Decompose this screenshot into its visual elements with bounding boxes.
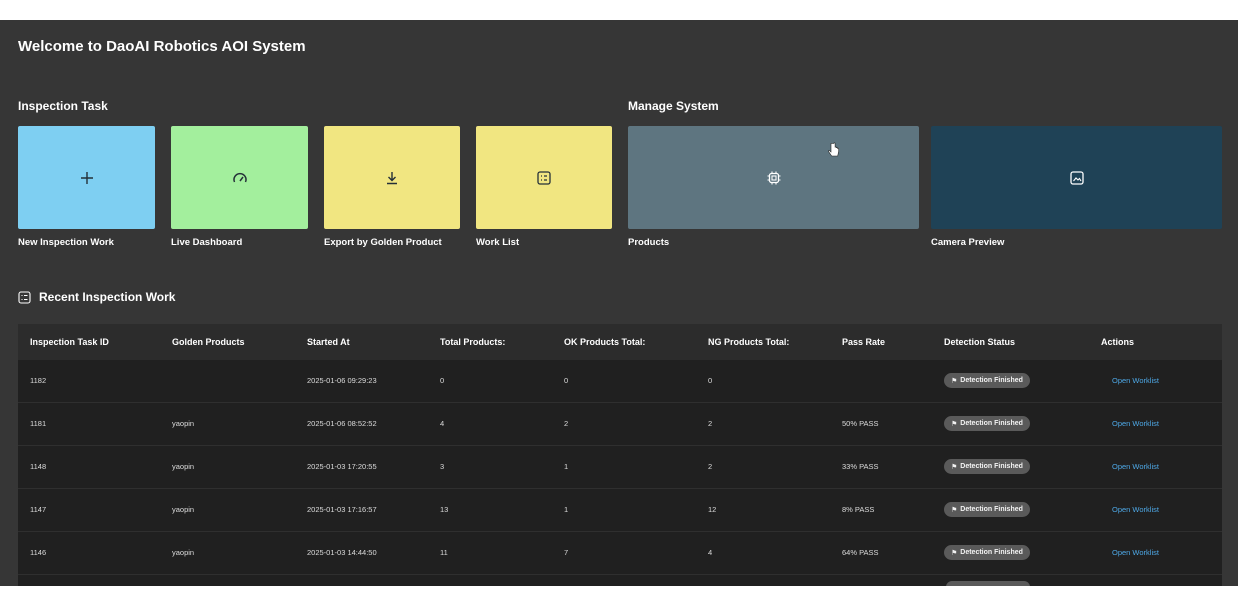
status-badge: ⚑ Detection Finished: [944, 373, 1030, 388]
open-worklist-link[interactable]: Open Worklist: [1112, 462, 1159, 471]
table-row: 1182 2025-01-06 09:29:23 0 0 0 ⚑ Detectio…: [18, 360, 1222, 403]
cell-pass-rate: 50% PASS: [842, 419, 879, 428]
status-badge-label: Detection Finished: [960, 549, 1023, 556]
flag-icon: ⚑: [951, 506, 958, 514]
status-badge: [946, 581, 1030, 586]
cell-total: 3: [440, 462, 445, 471]
col-pass-rate: Pass Rate: [842, 337, 886, 347]
cell-total: 4: [440, 419, 445, 428]
cell-started-at: 2025-01-03 14:44:50: [307, 548, 377, 557]
list-icon: [18, 290, 31, 304]
chip-icon: [767, 171, 780, 184]
cell-started-at: 2025-01-06 08:52:52: [307, 419, 377, 428]
status-badge: ⚑ Detection Finished: [944, 502, 1030, 517]
mouse-cursor-icon: [828, 142, 839, 157]
cell-golden-product: yaopin: [172, 419, 195, 428]
table-row-partial: [18, 575, 1222, 586]
cell-task-id: 1147: [30, 505, 47, 514]
cell-pass-rate: 33% PASS: [842, 462, 879, 471]
flag-icon: ⚑: [951, 420, 958, 428]
table-row: 1146 yaopin 2025-01-03 14:44:50 11 7 4 6…: [18, 532, 1222, 575]
cell-task-id: 1181: [30, 419, 47, 428]
col-ng-products-total: NG Products Total:: [708, 337, 790, 347]
cell-started-at: 2025-01-06 09:29:23: [307, 376, 377, 385]
cell-golden-product: yaopin: [172, 548, 195, 557]
cell-pass-rate: 8% PASS: [842, 505, 875, 514]
cell-golden-product: yaopin: [172, 462, 195, 471]
cell-ng-total: 4: [708, 548, 713, 557]
new-inspection-work-tile[interactable]: [18, 126, 155, 229]
cell-task-id: 1182: [30, 376, 47, 385]
col-golden-products: Golden Products: [172, 337, 245, 347]
open-worklist-link[interactable]: Open Worklist: [1112, 505, 1159, 514]
open-worklist-link[interactable]: Open Worklist: [1112, 419, 1159, 428]
live-dashboard-label: Live Dashboard: [171, 237, 243, 248]
cell-ok-total: 2: [564, 419, 569, 428]
cell-total: 0: [440, 376, 445, 385]
checklist-icon: [537, 170, 551, 185]
flag-icon: ⚑: [951, 463, 958, 471]
status-badge-label: Detection Finished: [960, 420, 1023, 427]
status-badge: ⚑ Detection Finished: [944, 416, 1030, 431]
col-detection-status: Detection Status: [944, 337, 1016, 347]
gauge-icon: [232, 172, 247, 182]
camera-preview-label: Camera Preview: [931, 237, 1005, 248]
work-list-label: Work List: [476, 237, 520, 248]
cell-task-id: 1146: [30, 548, 47, 557]
work-list-tile[interactable]: [476, 126, 612, 229]
export-by-golden-product-tile[interactable]: [324, 126, 460, 229]
recent-inspection-work-title: Recent Inspection Work: [39, 290, 176, 304]
live-dashboard-tile[interactable]: [171, 126, 308, 229]
plus-icon: [80, 171, 93, 184]
table-header: Inspection Task ID Golden Products Start…: [18, 324, 1222, 360]
image-icon: [1069, 170, 1084, 185]
cell-task-id: 1148: [30, 462, 47, 471]
cell-ng-total: 0: [708, 376, 713, 385]
cell-ok-total: 0: [564, 376, 569, 385]
cell-started-at: 2025-01-03 17:20:55: [307, 462, 377, 471]
camera-preview-tile[interactable]: [931, 126, 1222, 229]
cell-pass-rate: 64% PASS: [842, 548, 879, 557]
cell-total: 11: [440, 548, 448, 557]
recent-inspection-work-heading: Recent Inspection Work: [18, 290, 175, 304]
cell-started-at: 2025-01-03 17:16:57: [307, 505, 377, 514]
cell-ng-total: 12: [708, 505, 717, 514]
flag-icon: ⚑: [951, 377, 958, 385]
inspection-task-heading: Inspection Task: [18, 99, 108, 113]
download-icon: [387, 171, 397, 184]
table-row: 1181 yaopin 2025-01-06 08:52:52 4 2 2 50…: [18, 403, 1222, 446]
cell-ok-total: 1: [564, 462, 569, 471]
status-badge-label: Detection Finished: [960, 377, 1023, 384]
export-by-golden-product-label: Export by Golden Product: [324, 237, 442, 248]
cell-golden-product: yaopin: [172, 505, 195, 514]
manage-system-heading: Manage System: [628, 99, 719, 113]
status-badge: ⚑ Detection Finished: [944, 459, 1030, 474]
col-inspection-task-id: Inspection Task ID: [30, 337, 109, 347]
table-row: 1147 yaopin 2025-01-03 17:16:57 13 1 12 …: [18, 489, 1222, 532]
flag-icon: ⚑: [951, 549, 958, 557]
recent-inspection-table: Inspection Task ID Golden Products Start…: [18, 324, 1222, 586]
open-worklist-link[interactable]: Open Worklist: [1112, 548, 1159, 557]
col-actions: Actions: [1101, 337, 1135, 347]
col-started-at: Started At: [307, 337, 350, 347]
products-tile[interactable]: [628, 126, 919, 229]
app-window: Welcome to DaoAI Robotics AOI System Ins…: [0, 20, 1238, 586]
cell-total: 13: [440, 505, 449, 514]
status-badge-label: Detection Finished: [960, 506, 1023, 513]
open-worklist-link[interactable]: Open Worklist: [1112, 376, 1159, 385]
cell-ng-total: 2: [708, 419, 713, 428]
status-badge-label: Detection Finished: [960, 463, 1023, 470]
new-inspection-work-label: New Inspection Work: [18, 237, 114, 248]
cell-ok-total: 1: [564, 505, 569, 514]
cell-ok-total: 7: [564, 548, 569, 557]
page-title: Welcome to DaoAI Robotics AOI System: [18, 38, 306, 55]
col-total-products: Total Products:: [440, 337, 506, 347]
table-row: 1148 yaopin 2025-01-03 17:20:55 3 1 2 33…: [18, 446, 1222, 489]
products-label: Products: [628, 237, 670, 248]
col-ok-products-total: OK Products Total:: [564, 337, 646, 347]
cell-ng-total: 2: [708, 462, 713, 471]
status-badge: ⚑ Detection Finished: [944, 545, 1030, 560]
